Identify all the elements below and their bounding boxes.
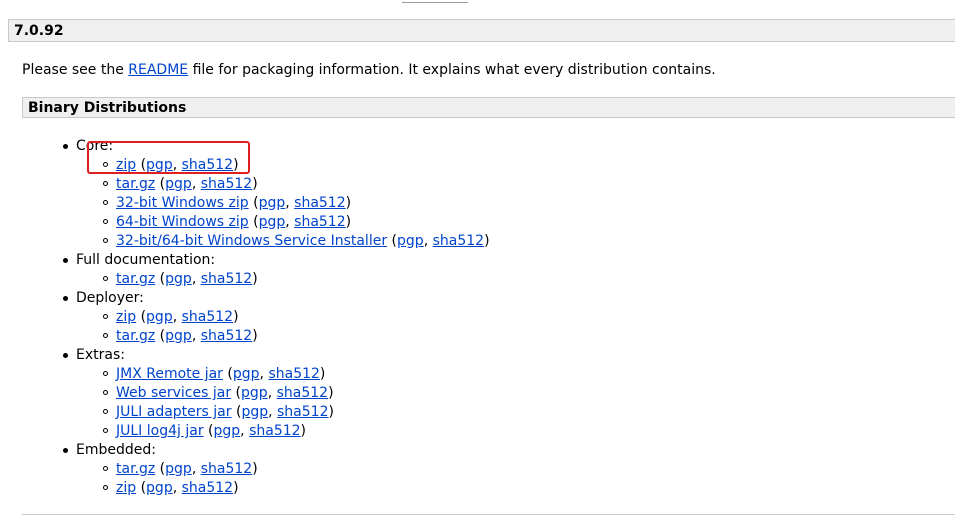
download-list: tar.gz (pgp, sha512) [76, 270, 490, 289]
group-label: Embedded: [76, 442, 156, 458]
version-title: 7.0.92 [14, 23, 64, 39]
sha512-link[interactable]: sha512 [201, 328, 252, 344]
top-tab-edge [402, 0, 468, 3]
sha512-link[interactable]: sha512 [201, 461, 252, 477]
pgp-link[interactable]: pgp [165, 461, 192, 477]
pgp-link[interactable]: pgp [397, 233, 424, 249]
download-link[interactable]: tar.gz [116, 176, 155, 192]
pgp-link[interactable]: pgp [165, 176, 192, 192]
sha512-link[interactable]: sha512 [433, 233, 484, 249]
group-deployer: Deployer: zip (pgp, sha512) tar.gz (pgp, s… [63, 289, 490, 346]
sha512-link[interactable]: sha512 [201, 176, 252, 192]
binary-distributions-header: Binary Distributions [22, 97, 955, 118]
group-label: Full documentation: [76, 252, 216, 268]
download-link[interactable]: Web services jar [116, 385, 231, 401]
intro-text-after: file for packaging information. It expla… [188, 62, 716, 78]
download-item: zip (pgp, sha512) [103, 308, 490, 327]
distribution-list: Core: zip (pgp, sha512) tar.gz (pgp, sha51… [63, 137, 490, 498]
download-list: zip (pgp, sha512) tar.gz (pgp, sha512) [76, 308, 490, 346]
sha512-link[interactable]: sha512 [182, 480, 233, 496]
pgp-link[interactable]: pgp [214, 423, 241, 439]
download-link[interactable]: JULI log4j jar [116, 423, 204, 439]
download-link[interactable]: zip [116, 309, 136, 325]
pgp-link[interactable]: pgp [241, 385, 268, 401]
download-item: zip (pgp, sha512) [103, 479, 490, 498]
download-item: zip (pgp, sha512) [103, 156, 490, 175]
download-item: JULI adapters jar (pgp, sha512) [103, 403, 490, 422]
download-item: 32-bit/64-bit Windows Service Installer … [103, 233, 490, 249]
group-label: Core: [76, 138, 114, 154]
group-extras: Extras: JMX Remote jar (pgp, sha512) Web s… [63, 346, 490, 441]
pgp-link[interactable]: pgp [165, 271, 192, 287]
download-item: 32-bit Windows zip (pgp, sha512) [103, 194, 490, 213]
intro-text-before: Please see the [22, 62, 129, 78]
sha512-link[interactable]: sha512 [249, 423, 300, 439]
download-item: JULI log4j jar (pgp, sha512) [103, 422, 490, 441]
download-link[interactable]: 32-bit/64-bit Windows Service Installer [116, 233, 387, 249]
download-list: JMX Remote jar (pgp, sha512) Web services… [76, 365, 490, 441]
download-list: zip (pgp, sha512) tar.gz (pgp, sha512) 32-… [76, 156, 490, 251]
download-link[interactable]: zip [116, 157, 136, 173]
sha512-link[interactable]: sha512 [294, 195, 345, 211]
download-link[interactable]: JULI adapters jar [116, 404, 232, 420]
pgp-link[interactable]: pgp [241, 404, 268, 420]
group-embedded: Embedded: tar.gz (pgp, sha512) zip (pgp, s… [63, 441, 490, 498]
intro-paragraph: Please see the README file for packaging… [22, 61, 716, 79]
sha512-link[interactable]: sha512 [268, 366, 319, 382]
pgp-link[interactable]: pgp [233, 366, 260, 382]
download-item: 64-bit Windows zip (pgp, sha512) [103, 213, 490, 232]
download-item: tar.gz (pgp, sha512) [103, 175, 490, 194]
pgp-link[interactable]: pgp [146, 309, 173, 325]
download-item: tar.gz (pgp, sha512) [103, 270, 490, 289]
sha512-link[interactable]: sha512 [277, 385, 328, 401]
pgp-link[interactable]: pgp [146, 480, 173, 496]
section-title: Binary Distributions [28, 100, 187, 116]
pgp-link[interactable]: pgp [146, 157, 173, 173]
sha512-link[interactable]: sha512 [294, 214, 345, 230]
group-core: Core: zip (pgp, sha512) tar.gz (pgp, sha51… [63, 137, 490, 251]
group-label: Extras: [76, 347, 125, 363]
download-item: Web services jar (pgp, sha512) [103, 384, 490, 403]
pgp-link[interactable]: pgp [259, 214, 286, 230]
pgp-link[interactable]: pgp [165, 328, 192, 344]
sha512-link[interactable]: sha512 [201, 271, 252, 287]
download-item: tar.gz (pgp, sha512) [103, 327, 490, 346]
download-list: tar.gz (pgp, sha512) zip (pgp, sha512) [76, 460, 490, 498]
download-item: JMX Remote jar (pgp, sha512) [103, 365, 490, 384]
download-link[interactable]: 32-bit Windows zip [116, 195, 249, 211]
download-link[interactable]: tar.gz [116, 271, 155, 287]
sha512-link[interactable]: sha512 [277, 404, 328, 420]
pgp-link[interactable]: pgp [259, 195, 286, 211]
download-link[interactable]: tar.gz [116, 328, 155, 344]
group-label: Deployer: [76, 290, 144, 306]
download-link[interactable]: 64-bit Windows zip [116, 214, 249, 230]
group-full-documentation: Full documentation: tar.gz (pgp, sha512) [63, 251, 490, 289]
sha512-link[interactable]: sha512 [182, 157, 233, 173]
version-header: 7.0.92 [8, 19, 955, 42]
readme-link[interactable]: README [128, 62, 188, 78]
download-item: tar.gz (pgp, sha512) [103, 460, 490, 479]
bottom-divider [22, 514, 955, 515]
download-link[interactable]: JMX Remote jar [116, 366, 223, 382]
sha512-link[interactable]: sha512 [182, 309, 233, 325]
download-link[interactable]: tar.gz [116, 461, 155, 477]
download-link[interactable]: zip [116, 480, 136, 496]
